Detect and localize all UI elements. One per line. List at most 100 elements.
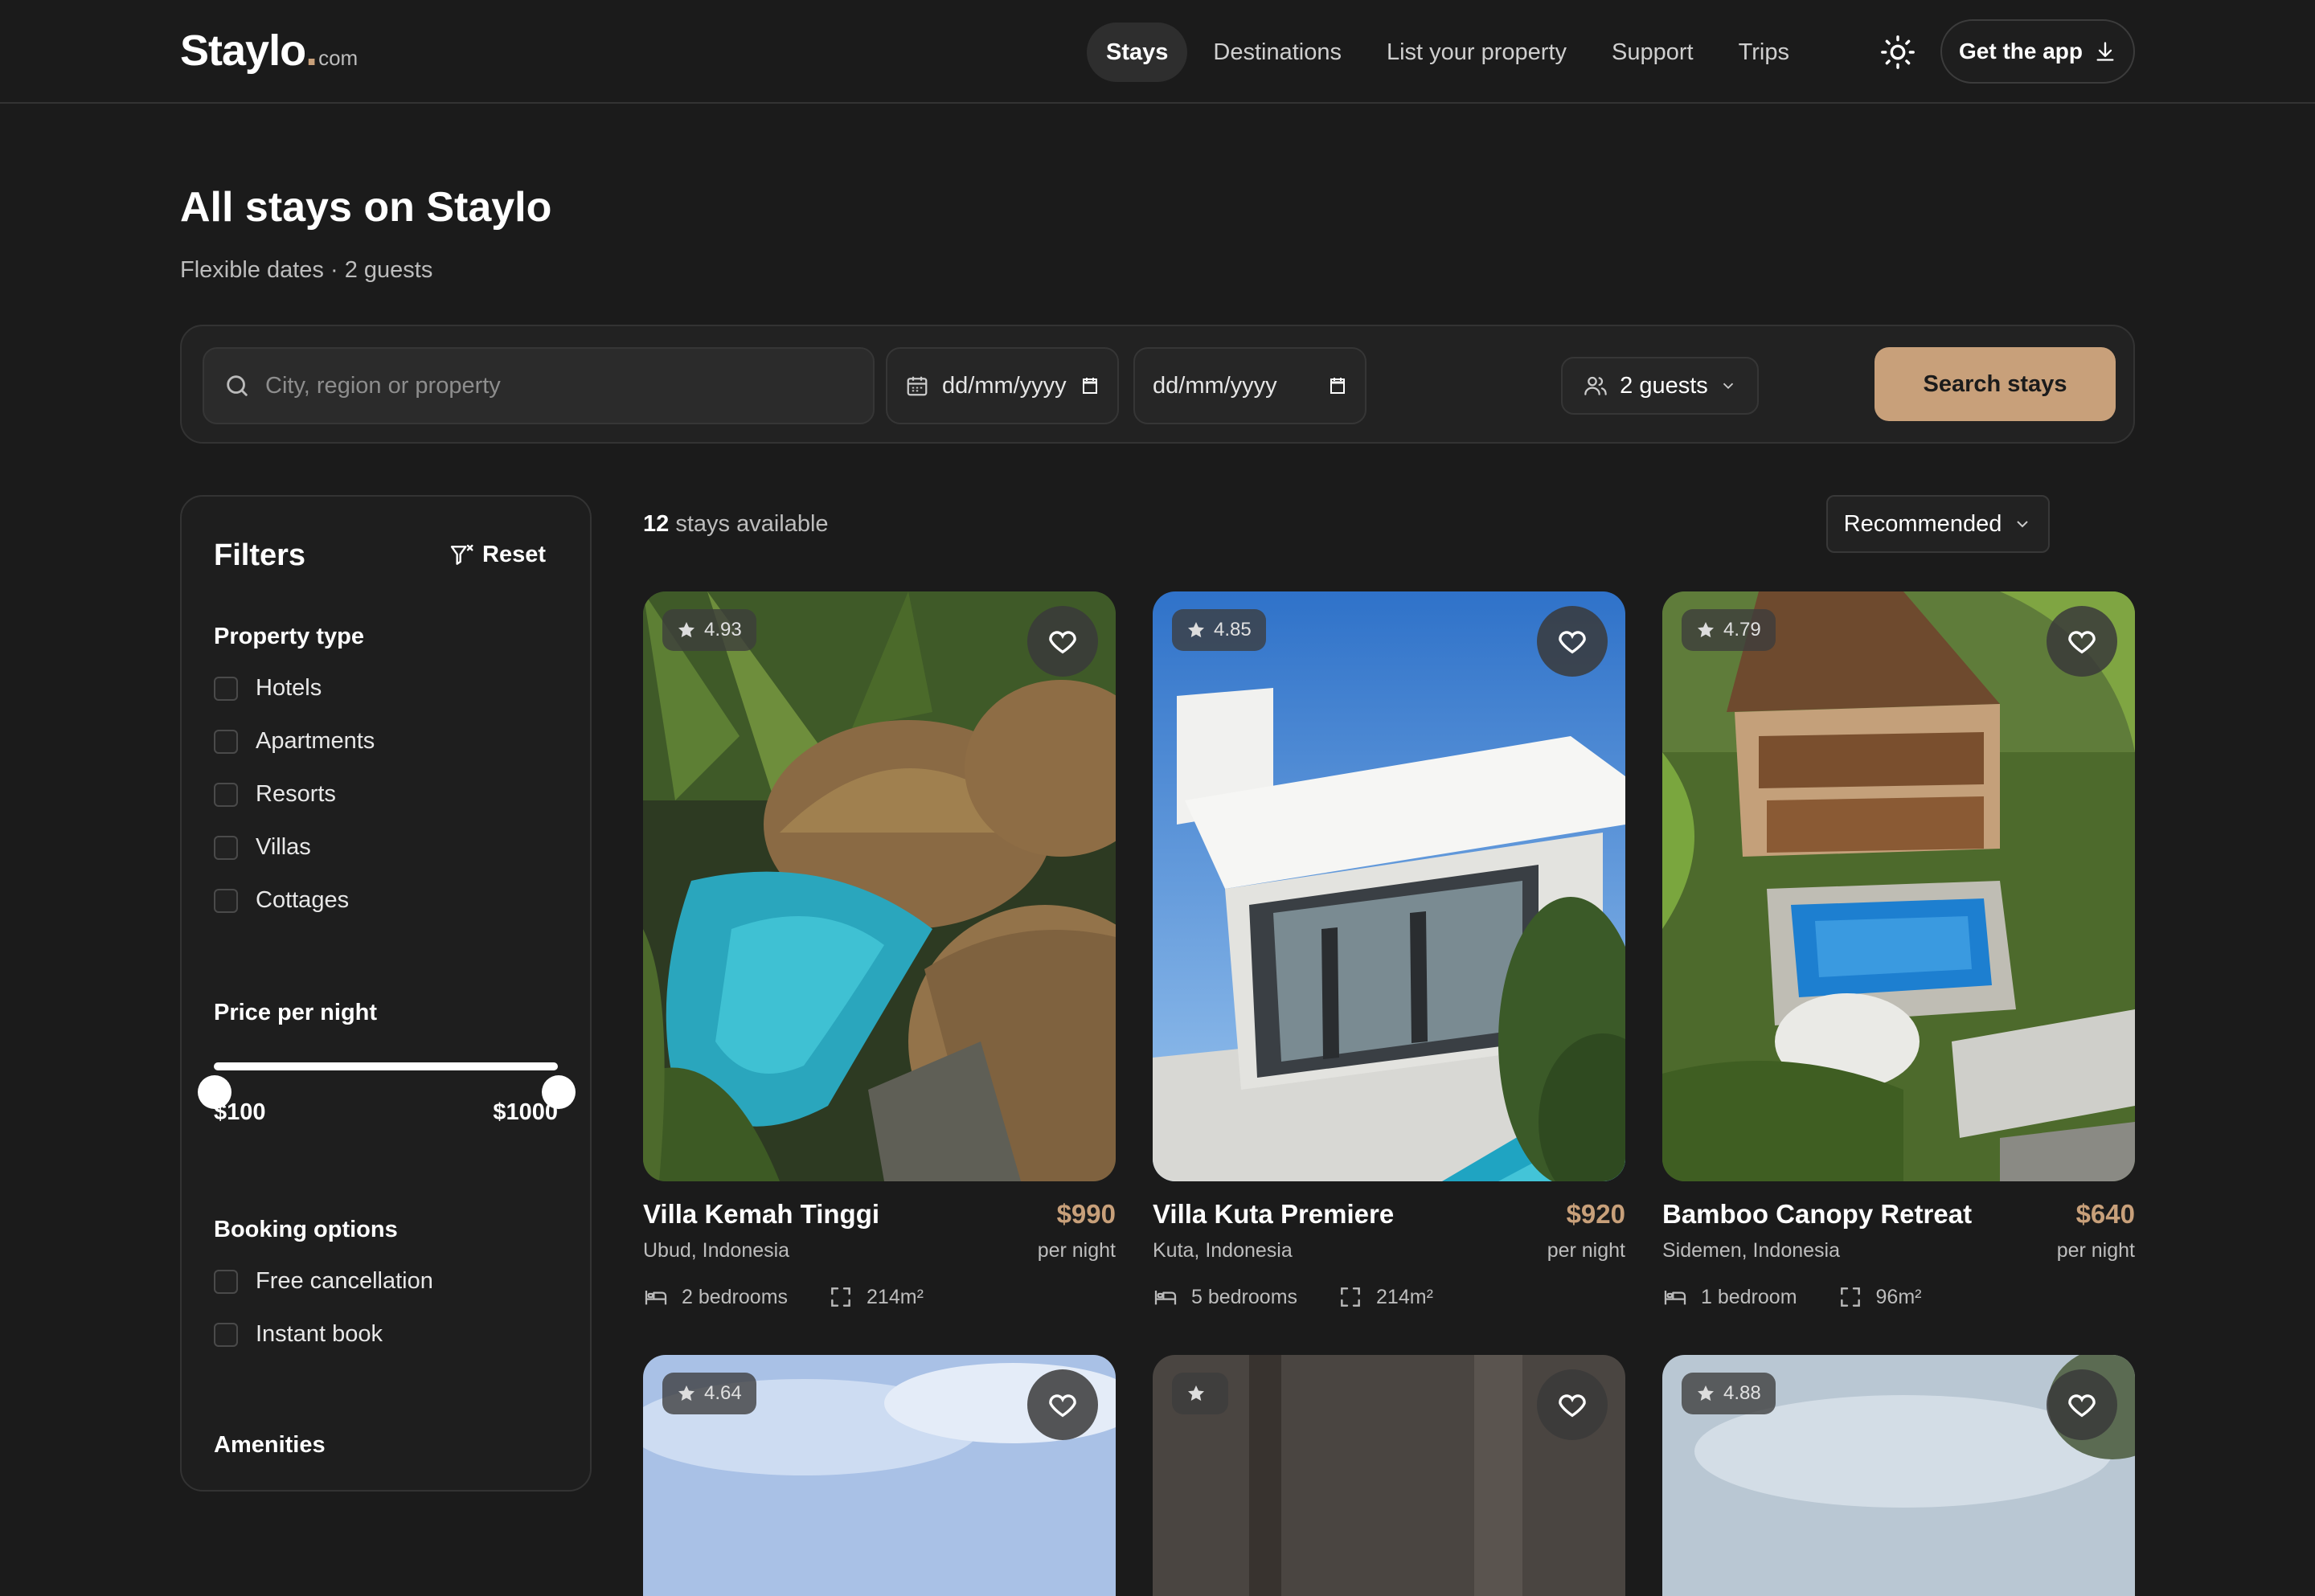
checkbox[interactable] <box>214 782 238 807</box>
stay-name[interactable]: Villa Kemah Tinggi <box>643 1199 879 1230</box>
favorite-button[interactable] <box>2047 1369 2117 1440</box>
theme-toggle-sun-icon[interactable] <box>1879 34 1916 71</box>
area: 96m² <box>1875 1285 1922 1308</box>
get-app-label: Get the app <box>1958 39 2083 63</box>
chevron-down-icon <box>2017 521 2029 528</box>
booking-options-heading: Booking options <box>214 1217 398 1242</box>
stay-name[interactable]: Villa Kuta Premiere <box>1153 1199 1394 1230</box>
star-icon <box>1698 622 1714 638</box>
star-icon <box>1188 622 1204 638</box>
reset-label: Reset <box>482 542 546 567</box>
rating-value: 4.79 <box>1723 619 1761 640</box>
rating-badge: 4.88 <box>1682 1373 1776 1414</box>
rating-badge: 4.85 <box>1172 609 1266 651</box>
stay-photo[interactable]: 4.79 <box>1662 591 2135 1181</box>
filter-reset-icon <box>450 544 473 565</box>
logo-tld: com <box>318 46 359 70</box>
sort-dropdown[interactable]: Recommended <box>1826 495 2050 553</box>
stay-photo[interactable]: 4.85 <box>1153 591 1625 1181</box>
logo[interactable]: Staylo.com <box>180 26 358 76</box>
stay-location: Ubud, Indonesia <box>643 1239 790 1262</box>
favorite-button[interactable] <box>1027 606 1098 677</box>
stay-photo[interactable]: 4.64 <box>643 1355 1116 1596</box>
filter-instant-book[interactable]: Instant book <box>214 1321 383 1348</box>
stay-price: $920 <box>1566 1199 1625 1229</box>
bed-icon <box>645 1291 667 1305</box>
stay-photo[interactable]: 4.93 <box>643 591 1116 1181</box>
guests-dropdown[interactable]: 2 guests <box>1561 357 1759 415</box>
filter-apartments[interactable]: Apartments <box>214 728 375 755</box>
stay-card[interactable]: 4.79 Bamboo Canopy Retreat Sidemen, Indo… <box>1662 591 2135 1308</box>
favorite-button[interactable] <box>2047 606 2117 677</box>
nav-support[interactable]: Support <box>1592 23 1713 82</box>
checkin-date-field[interactable]: dd/mm/yyyy <box>886 347 1119 424</box>
destination-input[interactable] <box>265 372 860 399</box>
guests-value: 2 guests <box>1620 372 1708 399</box>
filters-panel: Filters Reset Property type Hotels Apart… <box>180 495 592 1492</box>
heart-icon <box>1049 1394 1076 1418</box>
filter-label: Free cancellation <box>256 1268 433 1294</box>
bamboo-retreat-photo <box>1662 591 2135 1181</box>
checkin-value: dd/mm/yyyy <box>942 372 1067 399</box>
logo-name: Staylo <box>180 27 306 75</box>
filter-label: Villas <box>256 834 311 860</box>
stay-name[interactable]: Bamboo Canopy Retreat <box>1662 1199 1972 1230</box>
calendar-picker-icon[interactable] <box>1328 376 1347 395</box>
search-stays-button[interactable]: Search stays <box>1875 347 2116 421</box>
stay-card[interactable]: 4.93 Villa Kemah Tinggi Ubud, Indonesia … <box>643 591 1116 1308</box>
heart-icon <box>1049 631 1076 654</box>
reset-filters-button[interactable]: Reset <box>449 542 546 568</box>
favorite-button[interactable] <box>1537 1369 1608 1440</box>
price-heading: Price per night <box>214 1000 378 1025</box>
bedrooms: 1 bedroom <box>1701 1285 1797 1308</box>
nav-list-property[interactable]: List your property <box>1367 23 1586 82</box>
favorite-button[interactable] <box>1027 1369 1098 1440</box>
filter-cottages[interactable]: Cottages <box>214 887 349 914</box>
star-icon <box>1188 1385 1204 1402</box>
calendar-icon <box>907 376 928 396</box>
nav-stays[interactable]: Stays <box>1087 23 1188 82</box>
rating-badge <box>1172 1373 1228 1414</box>
bedrooms: 5 bedrooms <box>1191 1285 1298 1308</box>
stay-card[interactable]: 4.85 Villa Kuta Premiere Kuta, Indonesia… <box>1153 591 1625 1308</box>
filter-free-cancellation[interactable]: Free cancellation <box>214 1268 433 1295</box>
price-min-label: $100 <box>214 1099 266 1125</box>
stay-meta: 5 bedrooms 214m² <box>1153 1284 1433 1310</box>
stay-meta: 2 bedrooms 214m² <box>643 1284 924 1310</box>
calendar-picker-icon[interactable] <box>1080 376 1100 395</box>
bed-icon <box>1154 1291 1177 1305</box>
results-count-suffix: stays available <box>675 511 829 537</box>
checkbox[interactable] <box>214 888 238 913</box>
filters-title: Filters <box>214 538 306 572</box>
heart-icon <box>2068 1394 2096 1418</box>
destination-search-field[interactable] <box>203 347 875 424</box>
stay-photo[interactable] <box>1153 1355 1625 1596</box>
checkout-date-field[interactable]: dd/mm/yyyy <box>1133 347 1366 424</box>
checkbox[interactable] <box>214 729 238 754</box>
stay-card[interactable]: 4.88 <box>1662 1355 2135 1596</box>
area: 214m² <box>1376 1285 1433 1308</box>
checkbox[interactable] <box>214 676 238 701</box>
sort-value: Recommended <box>1843 510 2002 537</box>
top-header: Staylo.com Stays Destinations List your … <box>0 0 2315 104</box>
checkbox[interactable] <box>214 835 238 860</box>
filter-resorts[interactable]: Resorts <box>214 781 336 808</box>
results-count: 12 stays available <box>643 511 829 538</box>
checkbox[interactable] <box>214 1269 238 1294</box>
checkbox[interactable] <box>214 1322 238 1347</box>
logo-dot: . <box>305 27 318 75</box>
favorite-button[interactable] <box>1537 606 1608 677</box>
stay-photo[interactable]: 4.88 <box>1662 1355 2135 1596</box>
stay-card[interactable] <box>1153 1355 1625 1596</box>
get-the-app-button[interactable]: Get the app <box>1940 19 2135 84</box>
nav-trips[interactable]: Trips <box>1719 23 1809 82</box>
price-slider-track[interactable] <box>214 1062 558 1070</box>
filter-hotels[interactable]: Hotels <box>214 675 322 702</box>
nav-destinations[interactable]: Destinations <box>1194 23 1361 82</box>
area: 214m² <box>867 1285 924 1308</box>
filter-villas[interactable]: Villas <box>214 834 311 861</box>
stay-card[interactable]: 4.64 <box>643 1355 1116 1596</box>
amenities-heading: Amenities <box>214 1432 326 1458</box>
modern-villa-photo <box>1153 591 1625 1181</box>
page-title: All stays on Staylo <box>180 184 552 231</box>
